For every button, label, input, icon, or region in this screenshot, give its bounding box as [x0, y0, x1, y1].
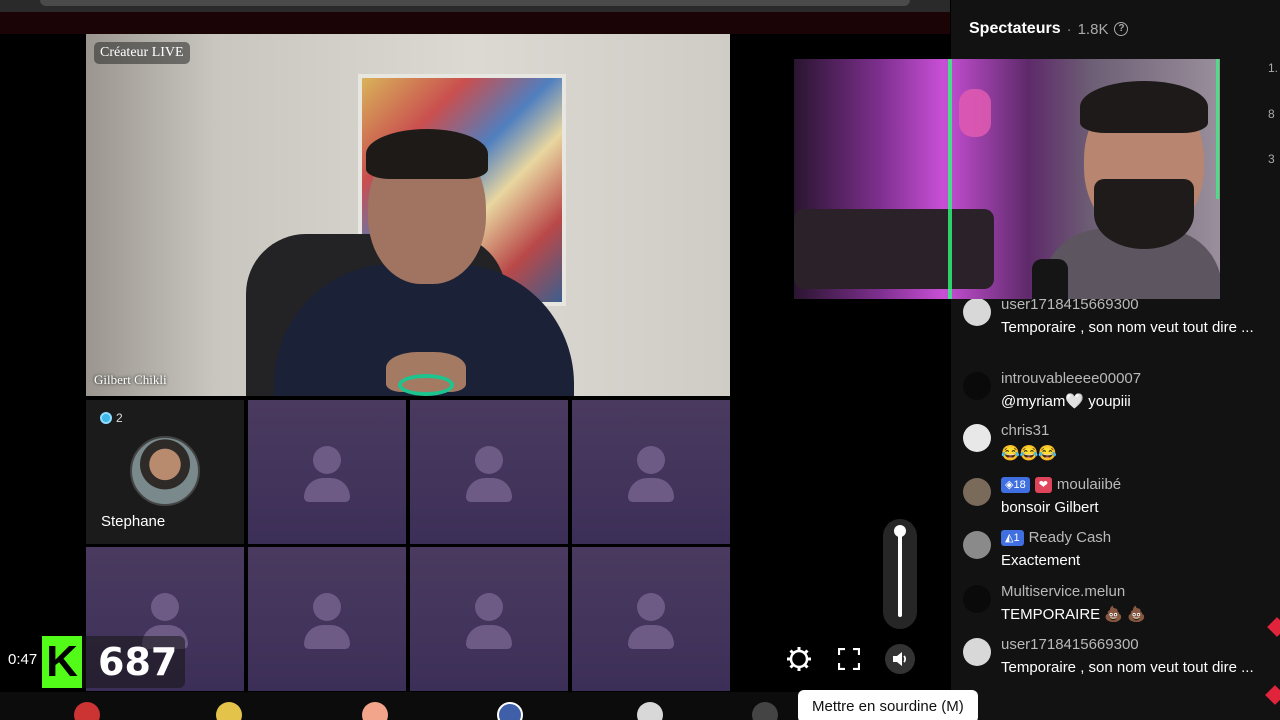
gift-icon[interactable]	[216, 702, 242, 720]
score-value: 687	[98, 640, 178, 684]
chat-username[interactable]: chris31	[1001, 422, 1049, 439]
empty-guest-slot[interactable]	[572, 547, 730, 691]
separator: ·	[1066, 20, 1072, 38]
host-video[interactable]	[86, 34, 730, 396]
subscriber-badge: ◈18	[1001, 476, 1030, 493]
microphone	[1032, 259, 1068, 299]
chat-username[interactable]: user1718415669300	[1001, 636, 1139, 653]
volume-slider[interactable]	[883, 519, 917, 629]
user-placeholder-icon	[475, 593, 503, 621]
fullscreen-icon[interactable]	[834, 644, 864, 674]
chat-text: bonsoir Gilbert	[1001, 499, 1099, 516]
subscriber-badge: ◭1	[1001, 529, 1024, 546]
creator-live-badge: Créateur LIVE	[94, 42, 190, 64]
avatar	[963, 298, 991, 326]
empty-guest-slot[interactable]	[410, 547, 568, 691]
chat-username[interactable]: moulaiibé	[1057, 476, 1121, 493]
avatar	[963, 531, 991, 559]
avatar	[130, 436, 200, 506]
user-placeholder-icon	[313, 593, 341, 621]
empty-guest-slot[interactable]	[410, 400, 568, 544]
user-placeholder-icon	[475, 446, 503, 474]
empty-guest-slot[interactable]	[248, 400, 406, 544]
gift-icon[interactable]	[637, 702, 663, 720]
avatar	[963, 585, 991, 613]
gift-icon[interactable]	[752, 702, 778, 720]
heart-badge: ❤	[1034, 476, 1052, 493]
score-overlay: K 687	[42, 636, 186, 688]
viewer-count: 1.8K	[1077, 20, 1109, 38]
avatar	[963, 424, 991, 452]
empty-guest-slot[interactable]	[572, 400, 730, 544]
mute-tooltip: Mettre en sourdine (M)	[798, 690, 978, 720]
chat-text: 😂😂😂	[1001, 445, 1058, 462]
user-placeholder-icon	[151, 593, 179, 621]
avatar	[963, 372, 991, 400]
gift-icon[interactable]	[497, 702, 523, 720]
guest-count-icon	[100, 412, 112, 424]
browser-top-bar	[0, 0, 950, 12]
user-placeholder-icon	[637, 593, 665, 621]
chat-username[interactable]: Multiservice.melun	[1001, 583, 1125, 600]
empty-guest-slot[interactable]	[248, 547, 406, 691]
gift-icon[interactable]	[362, 702, 388, 720]
avatar	[963, 638, 991, 666]
volume-handle[interactable]	[894, 525, 906, 537]
edge-number: 8	[1268, 107, 1275, 121]
viewers-header: Spectateurs · 1.8K ?	[969, 20, 1129, 38]
help-icon[interactable]: ?	[1114, 22, 1129, 36]
settings-icon[interactable]	[784, 644, 814, 674]
mute-icon[interactable]	[885, 644, 915, 674]
chat-text: TEMPORAIRE 💩 💩	[1001, 606, 1146, 623]
edge-number: 1.	[1268, 61, 1279, 75]
gift-icon[interactable]	[74, 702, 100, 720]
kick-logo-icon: K	[42, 636, 82, 688]
edge-number: 3	[1268, 152, 1275, 166]
viewers-title: Spectateurs	[969, 20, 1061, 37]
chat-text: @myriam🤍 youpiii	[1001, 393, 1131, 410]
pip-video[interactable]	[794, 59, 1220, 299]
avatar	[963, 478, 991, 506]
chat-text: Temporaire , son nom veut tout dire ...	[1001, 659, 1254, 676]
header-band	[0, 12, 950, 34]
chat-username[interactable]: introuvableeee00007	[1001, 370, 1141, 387]
guest-name: Stephane	[101, 513, 166, 530]
chat-text: Exactement	[1001, 552, 1081, 569]
user-placeholder-icon	[313, 446, 341, 474]
guest-tile-stephane[interactable]: 2 Stephane	[86, 400, 244, 544]
stream-timer: 0:47	[8, 651, 38, 668]
chat-text: Temporaire , son nom veut tout dire ...	[1001, 319, 1254, 336]
guest-count: 2	[100, 411, 123, 425]
host-name: Gilbert Chikli	[94, 372, 167, 387]
user-placeholder-icon	[637, 446, 665, 474]
chat-username[interactable]: Ready Cash	[1029, 529, 1112, 546]
